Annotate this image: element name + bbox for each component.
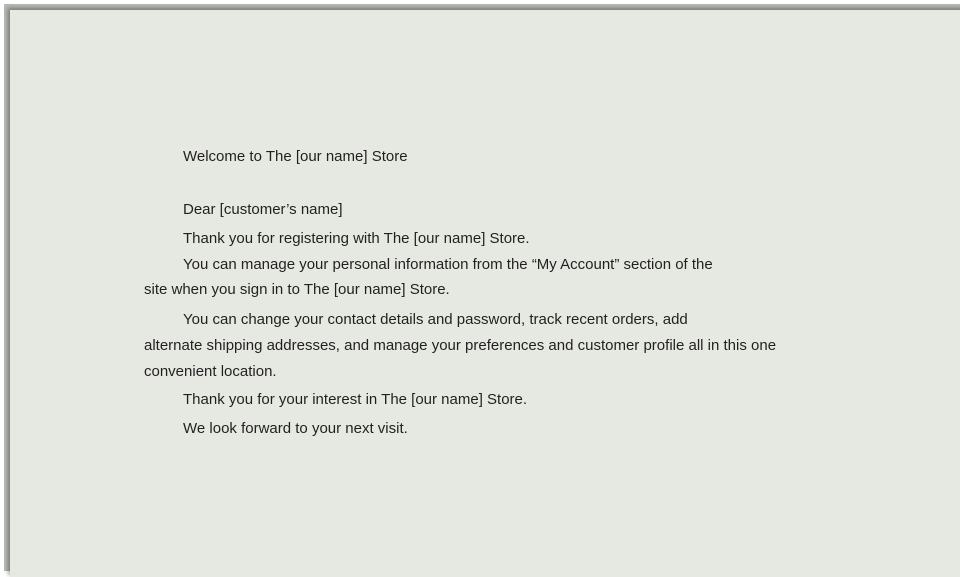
letter-heading: Welcome to The [our name] Store xyxy=(183,148,408,165)
paragraph-account-line-2: site when you sign in to The [our name] … xyxy=(144,281,450,298)
paragraph-features-line-3: convenient location. xyxy=(144,363,277,380)
letter-salutation: Dear [customer’s name] xyxy=(183,201,343,218)
paragraph-features-line-2: alternate shipping addresses, and manage… xyxy=(144,337,777,354)
paragraph-thanks: Thank you for your interest in The [our … xyxy=(183,391,528,408)
paragraph-account-line-1: You can manage your personal information… xyxy=(183,256,713,273)
paragraph-registration: Thank you for registering with The [our … xyxy=(183,230,530,247)
letter-body: Welcome to The [our name] Store Dear [cu… xyxy=(0,0,960,567)
paragraph-closing: We look forward to your next visit. xyxy=(183,420,408,437)
paragraph-features-line-1: You can change your contact details and … xyxy=(183,311,688,328)
